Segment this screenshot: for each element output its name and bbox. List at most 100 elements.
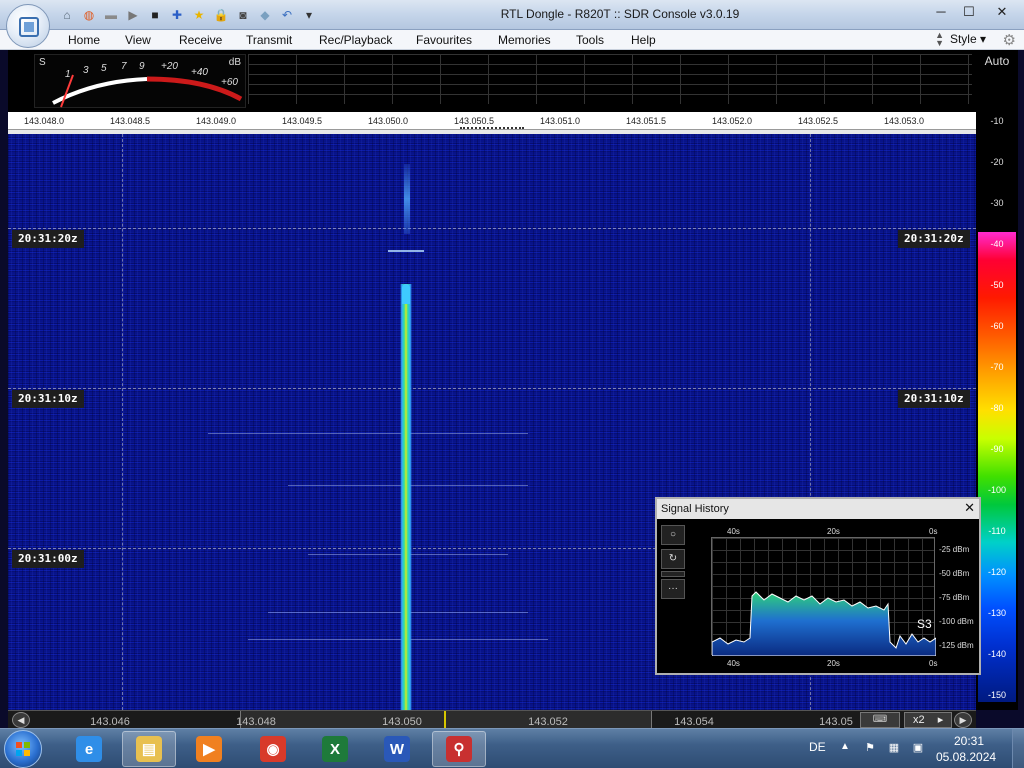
db-tick: -70 — [990, 362, 1004, 372]
separator-button[interactable] — [661, 571, 685, 577]
start-button[interactable] — [4, 730, 42, 768]
time-marker-left: 20:31:10z — [12, 390, 84, 408]
taskbar-app-button[interactable]: ▶ — [182, 731, 236, 767]
spectrum-display[interactable]: S dB 1 3 5 7 9 +20 +40 +60 — [8, 50, 976, 159]
keyboard-icon[interactable]: ⌨ — [860, 712, 900, 728]
db-tick: -20 — [990, 157, 1004, 167]
menu-rec-playback[interactable]: Rec/Playback — [319, 33, 392, 47]
band-tick: 143.046 — [90, 716, 130, 728]
menu-transmit[interactable]: Transmit — [246, 33, 292, 47]
home-icon[interactable]: ⌂ — [58, 6, 76, 24]
more-options-button[interactable]: ··· — [661, 579, 685, 599]
close-button[interactable]: ✕ — [984, 2, 1020, 22]
stop-icon[interactable]: ■ — [146, 6, 164, 24]
band-scroll-thumb[interactable] — [240, 711, 652, 729]
menu-memories[interactable]: Memories — [498, 33, 551, 47]
time-marker-right: 20:31:10z — [898, 390, 970, 408]
window-controls: ─ ☐ ✕ — [928, 2, 1020, 22]
freq-tick: 143.052.5 — [797, 116, 839, 126]
interference-line — [248, 639, 548, 640]
media-player-icon: ▶ — [196, 736, 222, 762]
signal-history-panel: Signal History ✕ ○ ↻ ··· 40s 20s 0s S3 -… — [655, 497, 981, 675]
taskbar-app-button[interactable]: W — [370, 731, 424, 767]
scroll-right-button[interactable]: ▶ — [954, 712, 972, 728]
band-tick: 143.048 — [236, 716, 276, 728]
db-tick: -130 — [987, 608, 1006, 618]
add-icon[interactable]: ✚ — [168, 6, 186, 24]
reset-button[interactable]: ↻ — [661, 549, 685, 569]
quick-access-toolbar: ⌂ ◍ ▬ ▶ ■ ✚ ★ 🔒 ◙ ◆ ↶ ▾ — [58, 6, 318, 24]
filter-bandwidth-marker[interactable] — [460, 127, 524, 129]
dropdown-icon[interactable]: ▾ — [300, 6, 318, 24]
maximize-button[interactable]: ☐ — [956, 2, 982, 22]
freq-tick: 143.048.5 — [109, 116, 151, 126]
taskbar-app-button[interactable]: ⚲ — [432, 731, 486, 767]
time-axis-label: 40s — [727, 527, 740, 536]
db-tick: -150 — [987, 690, 1006, 700]
freq-tick: 143.050.0 — [367, 116, 409, 126]
waterfall-color-palette[interactable] — [978, 232, 1016, 702]
style-dropdown-icon: ▾ — [979, 32, 986, 46]
s-meter-needle — [60, 74, 74, 108]
windows-logo-icon — [16, 742, 30, 756]
db-tick: -100 — [987, 485, 1006, 495]
dbm-label: -100 dBm — [939, 617, 974, 626]
minimize-button[interactable]: ─ — [928, 2, 954, 22]
time-axis-label: 0s — [929, 527, 938, 536]
zoom-selector[interactable]: x2 ▸ — [904, 712, 952, 728]
db-tick: -30 — [990, 198, 1004, 208]
time-axis-label: 20s — [827, 527, 840, 536]
show-desktop-button[interactable] — [1012, 729, 1024, 768]
clock-time[interactable]: 20:31 — [944, 734, 994, 748]
interference-line — [268, 612, 528, 613]
application-menu-button[interactable] — [6, 4, 50, 48]
carrier-blip — [388, 250, 424, 252]
freq-tick: 143.049.0 — [195, 116, 237, 126]
menu-tools[interactable]: Tools — [576, 33, 604, 47]
menu-receive[interactable]: Receive — [179, 33, 222, 47]
freq-tick: 143.051.0 — [539, 116, 581, 126]
taskbar-app-button[interactable]: e — [62, 731, 116, 767]
scroll-left-button[interactable]: ◀ — [12, 712, 30, 728]
gear-icon[interactable]: ⚙ — [1003, 31, 1016, 49]
auto-scale-button[interactable]: Auto — [976, 54, 1018, 74]
menu-view[interactable]: View — [125, 33, 151, 47]
signal-history-header[interactable]: Signal History ✕ — [657, 499, 979, 519]
taskbar-app-button[interactable]: ▤ — [122, 731, 176, 767]
drop-icon[interactable]: ◆ — [256, 6, 274, 24]
usb-icon[interactable]: ⚑ — [862, 741, 878, 757]
clock-date[interactable]: 05.08.2024 — [936, 750, 996, 764]
word-icon: W — [384, 736, 410, 762]
play-icon[interactable]: ▶ — [124, 6, 142, 24]
chrome-icon: ◉ — [260, 736, 286, 762]
monitor-icon[interactable]: ▣ — [910, 741, 926, 757]
band-scrollbar[interactable]: ◀ 143.046 143.048 143.050 143.052 143.05… — [8, 710, 976, 729]
folder-icon[interactable]: ▬ — [102, 6, 120, 24]
db-tick: -110 — [988, 526, 1006, 536]
lock-icon[interactable]: 🔒 — [212, 6, 230, 24]
undo-icon[interactable]: ↶ — [278, 6, 296, 24]
carrier-trace-faint — [404, 164, 410, 234]
style-spinner-icon[interactable]: ▲ ▼ — [935, 31, 944, 48]
network-icon[interactable]: ▦ — [886, 741, 902, 757]
interference-line — [208, 433, 528, 434]
camera-icon[interactable]: ◙ — [234, 6, 252, 24]
signal-history-close-button[interactable]: ✕ — [964, 500, 975, 516]
excel-icon: X — [322, 736, 348, 762]
dbm-label: -50 dBm — [939, 569, 970, 578]
show-hidden-icons-button[interactable]: ▲ — [840, 741, 850, 752]
record-button[interactable]: ○ — [661, 525, 685, 545]
title-bar: ⌂ ◍ ▬ ▶ ■ ✚ ★ 🔒 ◙ ◆ ↶ ▾ RTL Dongle - R820T :: SDR C… — [0, 0, 1024, 30]
frequency-ruler[interactable]: 143.048.0 143.048.5 143.049.0 143.049.5 … — [8, 112, 976, 130]
style-menu[interactable]: Style ▾ — [950, 32, 986, 46]
star-icon[interactable]: ★ — [190, 6, 208, 24]
time-axis-label: 0s — [929, 659, 938, 668]
taskbar-app-button[interactable]: X — [308, 731, 362, 767]
taskbar-app-button[interactable]: ◉ — [246, 731, 300, 767]
freq-tick: 143.051.5 — [625, 116, 667, 126]
lifebuoy-icon[interactable]: ◍ — [80, 6, 98, 24]
menu-favourites[interactable]: Favourites — [416, 33, 472, 47]
menu-help[interactable]: Help — [631, 33, 656, 47]
menu-home[interactable]: Home — [68, 33, 100, 47]
language-indicator[interactable]: DE — [809, 740, 826, 754]
